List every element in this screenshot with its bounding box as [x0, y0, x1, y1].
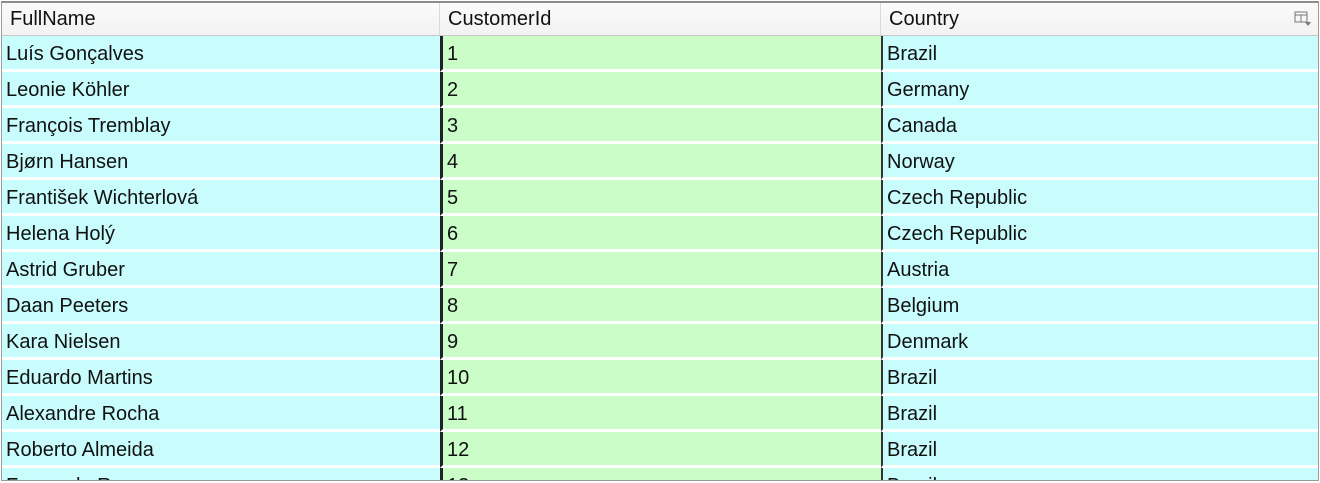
cell-customerid[interactable]: 9	[440, 324, 881, 360]
grid-header: FullName CustomerId Country	[2, 3, 1318, 36]
cell-country[interactable]: Germany	[881, 72, 1318, 108]
table-row[interactable]: Roberto Almeida 12 Brazil	[2, 432, 1318, 468]
cell-fullname[interactable]: Bjørn Hansen	[2, 144, 440, 180]
cell-fullname[interactable]: Luís Gonçalves	[2, 36, 440, 72]
grid-body: Luís Gonçalves 1 Brazil Leonie Köhler 2 Germa…	[2, 36, 1318, 480]
table-row[interactable]: François Tremblay 3 Canada	[2, 108, 1318, 144]
cell-customerid[interactable]: 8	[440, 288, 881, 324]
table-row[interactable]: Alexandre Rocha 11 Brazil	[2, 396, 1318, 432]
cell-fullname[interactable]: Astrid Gruber	[2, 252, 440, 288]
table-row[interactable]: Astrid Gruber 7 Austria	[2, 252, 1318, 288]
cell-country[interactable]: Brazil	[881, 468, 1318, 480]
table-row[interactable]: František Wichterlová 5 Czech Republic	[2, 180, 1318, 216]
cell-customerid[interactable]: 4	[440, 144, 881, 180]
table-row[interactable]: Kara Nielsen 9 Denmark	[2, 324, 1318, 360]
table-row[interactable]: Daan Peeters 8 Belgium	[2, 288, 1318, 324]
cell-fullname[interactable]: Leonie Köhler	[2, 72, 440, 108]
column-header-customerid[interactable]: CustomerId	[440, 3, 881, 35]
cell-fullname[interactable]: Fernanda Ramos	[2, 468, 440, 480]
table-row[interactable]: Eduardo Martins 10 Brazil	[2, 360, 1318, 396]
cell-fullname[interactable]: Helena Holý	[2, 216, 440, 252]
cell-customerid[interactable]: 2	[440, 72, 881, 108]
data-grid[interactable]: FullName CustomerId Country Luís Gonçalv…	[1, 1, 1319, 481]
cell-fullname[interactable]: Alexandre Rocha	[2, 396, 440, 432]
cell-customerid[interactable]: 13	[440, 468, 881, 480]
table-row[interactable]: Leonie Köhler 2 Germany	[2, 72, 1318, 108]
cell-fullname[interactable]: František Wichterlová	[2, 180, 440, 216]
cell-customerid[interactable]: 10	[440, 360, 881, 396]
cell-country[interactable]: Brazil	[881, 36, 1318, 72]
table-row[interactable]: Helena Holý 6 Czech Republic	[2, 216, 1318, 252]
column-header-fullname[interactable]: FullName	[2, 3, 440, 35]
column-header-country[interactable]: Country	[881, 3, 1318, 35]
table-row[interactable]: Fernanda Ramos13Brazil	[2, 468, 1318, 480]
cell-country[interactable]: Brazil	[881, 396, 1318, 432]
cell-customerid[interactable]: 6	[440, 216, 881, 252]
cell-country[interactable]: Denmark	[881, 324, 1318, 360]
cell-fullname[interactable]: Kara Nielsen	[2, 324, 440, 360]
table-row[interactable]: Bjørn Hansen 4 Norway	[2, 144, 1318, 180]
cell-country[interactable]: Brazil	[881, 432, 1318, 468]
cell-country[interactable]: Czech Republic	[881, 180, 1318, 216]
cell-country[interactable]: Czech Republic	[881, 216, 1318, 252]
cell-country[interactable]: Norway	[881, 144, 1318, 180]
cell-country[interactable]: Belgium	[881, 288, 1318, 324]
cell-customerid[interactable]: 12	[440, 432, 881, 468]
cell-customerid[interactable]: 7	[440, 252, 881, 288]
cell-fullname[interactable]: Eduardo Martins	[2, 360, 440, 396]
cell-fullname[interactable]: François Tremblay	[2, 108, 440, 144]
cell-country[interactable]: Austria	[881, 252, 1318, 288]
cell-fullname[interactable]: Roberto Almeida	[2, 432, 440, 468]
cell-country[interactable]: Canada	[881, 108, 1318, 144]
cell-customerid[interactable]: 3	[440, 108, 881, 144]
cell-fullname[interactable]: Daan Peeters	[2, 288, 440, 324]
table-row[interactable]: Luís Gonçalves 1 Brazil	[2, 36, 1318, 72]
cell-country[interactable]: Brazil	[881, 360, 1318, 396]
cell-customerid[interactable]: 1	[440, 36, 881, 72]
column-chooser-icon[interactable]	[1294, 11, 1312, 27]
cell-customerid[interactable]: 11	[440, 396, 881, 432]
cell-customerid[interactable]: 5	[440, 180, 881, 216]
